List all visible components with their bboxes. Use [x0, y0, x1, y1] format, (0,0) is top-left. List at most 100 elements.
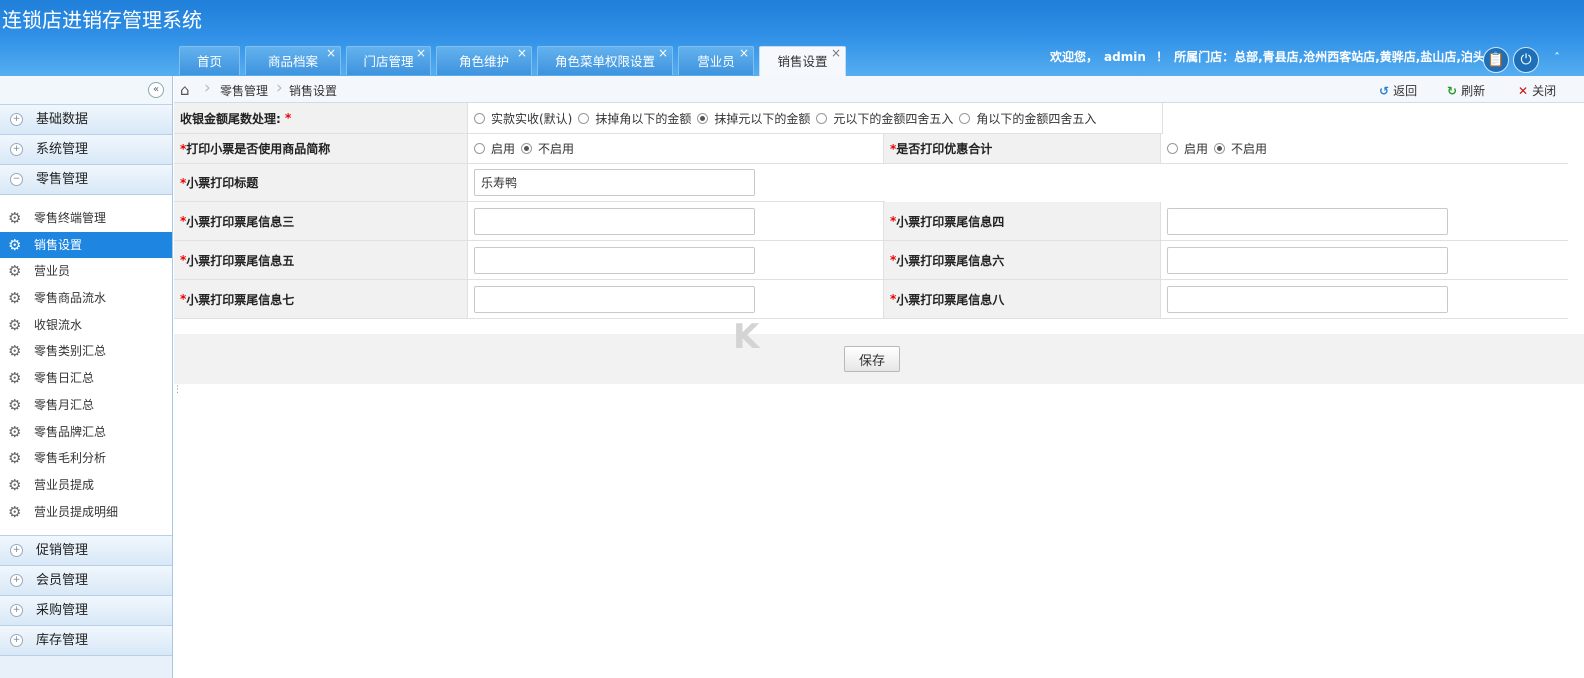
- discount-total-options: 启用 不启用: [1161, 134, 1568, 163]
- power-icon[interactable]: ⏻: [1513, 47, 1539, 73]
- radio-button[interactable]: [578, 112, 590, 124]
- tab-salesperson[interactable]: 营业员 ×: [678, 46, 754, 75]
- save-button[interactable]: 保存: [844, 346, 900, 372]
- tab-sales-settings[interactable]: 销售设置 ×: [759, 46, 846, 76]
- field-label: 小票打印票尾信息三: [186, 214, 295, 229]
- radio-button[interactable]: [474, 112, 485, 124]
- radio-button[interactable]: [1214, 143, 1226, 154]
- close-button[interactable]: ✕ 关闭: [1518, 82, 1556, 99]
- rounding-option-round-yuan[interactable]: 元以下的金额四舍五入: [816, 110, 953, 127]
- sidebar-group-promotion-management[interactable]: + 促销管理: [0, 536, 172, 567]
- rounding-option-drop-jiao[interactable]: 抹掉角以下的金额: [578, 110, 691, 127]
- radio-button[interactable]: [1167, 143, 1178, 154]
- tab-bar: 首页 商品档案 × 门店管理 × 角色维护 × 角色菜单权限设置 × 营业员 ×…: [179, 46, 846, 76]
- watermark-logo: K: [733, 317, 761, 357]
- sidebar-item-salesperson-commission-detail[interactable]: ⚙ 营业员提成明细: [0, 499, 172, 526]
- expand-icon: +: [10, 574, 23, 588]
- sidebar-group-system-management[interactable]: + 系统管理: [0, 135, 172, 165]
- home-icon[interactable]: ⌂: [180, 81, 190, 99]
- sidebar-group-inventory-management[interactable]: + 库存管理: [0, 626, 172, 657]
- short-name-option-enable[interactable]: 启用: [474, 140, 515, 157]
- radio-button[interactable]: [816, 112, 828, 124]
- breadcrumb-current: 销售设置: [289, 84, 338, 98]
- tab-close-icon[interactable]: ×: [658, 38, 668, 68]
- radio-button[interactable]: [959, 112, 971, 124]
- discount-total-option-enable[interactable]: 启用: [1167, 140, 1208, 157]
- tab-label: 营业员: [697, 54, 735, 69]
- tab-store-management[interactable]: 门店管理 ×: [346, 46, 431, 75]
- rounding-option-round-jiao[interactable]: 角以下的金额四舍五入: [959, 110, 1096, 127]
- sidebar-item-retail-brand-summary[interactable]: ⚙ 零售品牌汇总: [0, 419, 172, 446]
- field-label: 小票打印票尾信息五: [186, 253, 295, 268]
- sidebar-group-retail-management[interactable]: − 零售管理: [0, 165, 172, 195]
- gear-icon: ⚙: [8, 369, 22, 388]
- store-list: 总部,青县店,沧州西客站店,黄骅店,盐山店,泊头店: [1234, 50, 1497, 64]
- sidebar-group-label: 系统管理: [36, 142, 89, 157]
- tab-home[interactable]: 首页: [179, 46, 240, 75]
- ticket-title-input[interactable]: [474, 169, 755, 196]
- welcome-exclaim: ！: [1156, 50, 1169, 64]
- short-name-options: 启用 不启用: [468, 134, 884, 163]
- expand-icon: +: [10, 544, 23, 558]
- footer-6-input[interactable]: [1167, 246, 1448, 274]
- sidebar-group-member-management[interactable]: + 会员管理: [0, 566, 172, 597]
- radio-button[interactable]: [521, 143, 533, 154]
- tab-product-archive[interactable]: 商品档案 ×: [245, 46, 341, 75]
- sidebar-item-label: 营业员提成明细: [34, 504, 119, 519]
- footer-7-input[interactable]: [474, 285, 755, 313]
- rounding-option-drop-yuan[interactable]: 抹掉元以下的金额: [697, 110, 810, 127]
- sidebar-item-retail-margin-analysis[interactable]: ⚙ 零售毛利分析: [0, 445, 172, 472]
- sidebar-item-retail-terminal[interactable]: ⚙ 零售终端管理: [0, 205, 172, 232]
- back-button[interactable]: ↺ 返回: [1379, 82, 1417, 99]
- sidebar-item-retail-product-flow[interactable]: ⚙ 零售商品流水: [0, 285, 172, 312]
- radio-label: 启用: [1184, 142, 1209, 156]
- chevron-up-icon[interactable]: ˆ: [1554, 51, 1560, 65]
- radio-button[interactable]: [474, 143, 485, 154]
- sidebar-item-retail-monthly-summary[interactable]: ⚙ 零售月汇总: [0, 392, 172, 419]
- tab-role-maintenance[interactable]: 角色维护 ×: [436, 46, 532, 75]
- refresh-icon: ↻: [1447, 84, 1458, 98]
- tab-close-icon[interactable]: ×: [416, 38, 426, 68]
- sidebar-group-label: 库存管理: [36, 633, 89, 649]
- sidebar-item-cashier-flow[interactable]: ⚙ 收银流水: [0, 312, 172, 339]
- close-label: 关闭: [1532, 84, 1557, 98]
- footer-8-label: * 小票打印票尾信息八: [884, 280, 1161, 318]
- field-label: 小票打印票尾信息八: [896, 292, 1005, 307]
- sidebar-item-sales-settings[interactable]: ⚙ 销售设置: [0, 231, 172, 259]
- footer-3-input[interactable]: [474, 207, 755, 235]
- sidebar-item-salesperson-commission[interactable]: ⚙ 营业员提成: [0, 472, 172, 499]
- sidebar-group-purchase-management[interactable]: + 采购管理: [0, 596, 172, 627]
- rounding-option-exact[interactable]: 实款实收(默认): [474, 110, 572, 127]
- tab-role-menu-permissions[interactable]: 角色菜单权限设置 ×: [537, 46, 673, 75]
- refresh-button[interactable]: ↻ 刷新: [1447, 82, 1485, 99]
- clipboard-icon[interactable]: 📋: [1483, 47, 1509, 73]
- sidebar-item-label: 零售毛利分析: [34, 451, 107, 466]
- tab-close-icon[interactable]: ×: [326, 38, 336, 68]
- expand-icon: +: [10, 634, 23, 648]
- welcome-text: 欢迎您， admin ！ 所属门店：总部,青县店,沧州西客站店,黄骅店,盐山店,泊头…: [1050, 48, 1503, 65]
- tab-close-icon[interactable]: ×: [739, 38, 749, 68]
- tab-close-icon[interactable]: ×: [831, 38, 841, 68]
- discount-total-option-disable[interactable]: 不启用: [1214, 140, 1267, 157]
- radio-button[interactable]: [697, 112, 709, 124]
- form-row-ticket-title: * 小票打印标题: [174, 164, 885, 202]
- sidebar-item-salesperson[interactable]: ⚙ 营业员: [0, 258, 172, 285]
- splitter-handle-icon[interactable]: ⋮: [173, 385, 182, 395]
- breadcrumb-separator-icon: ›: [276, 78, 283, 98]
- short-name-option-disable[interactable]: 不启用: [521, 140, 574, 157]
- sidebar-group-basic-data[interactable]: + 基础数据: [0, 105, 172, 135]
- footer-8-input[interactable]: [1167, 285, 1448, 313]
- footer-5-input[interactable]: [474, 246, 755, 274]
- sidebar-item-label: 零售品牌汇总: [34, 424, 107, 439]
- tab-label: 销售设置: [777, 54, 828, 69]
- sidebar-item-retail-category-summary[interactable]: ⚙ 零售类别汇总: [0, 338, 172, 365]
- footer-5-label: * 小票打印票尾信息五: [174, 241, 468, 279]
- tab-label: 首页: [196, 54, 222, 69]
- radio-label: 启用: [491, 142, 516, 156]
- double-chevron-left-icon[interactable]: «: [148, 82, 164, 98]
- sidebar-item-retail-daily-summary[interactable]: ⚙ 零售日汇总: [0, 365, 172, 392]
- ticket-title-label: * 小票打印标题: [174, 164, 468, 201]
- tab-close-icon[interactable]: ×: [517, 38, 527, 68]
- footer-4-input[interactable]: [1167, 207, 1448, 235]
- breadcrumb-item[interactable]: 零售管理: [220, 82, 268, 99]
